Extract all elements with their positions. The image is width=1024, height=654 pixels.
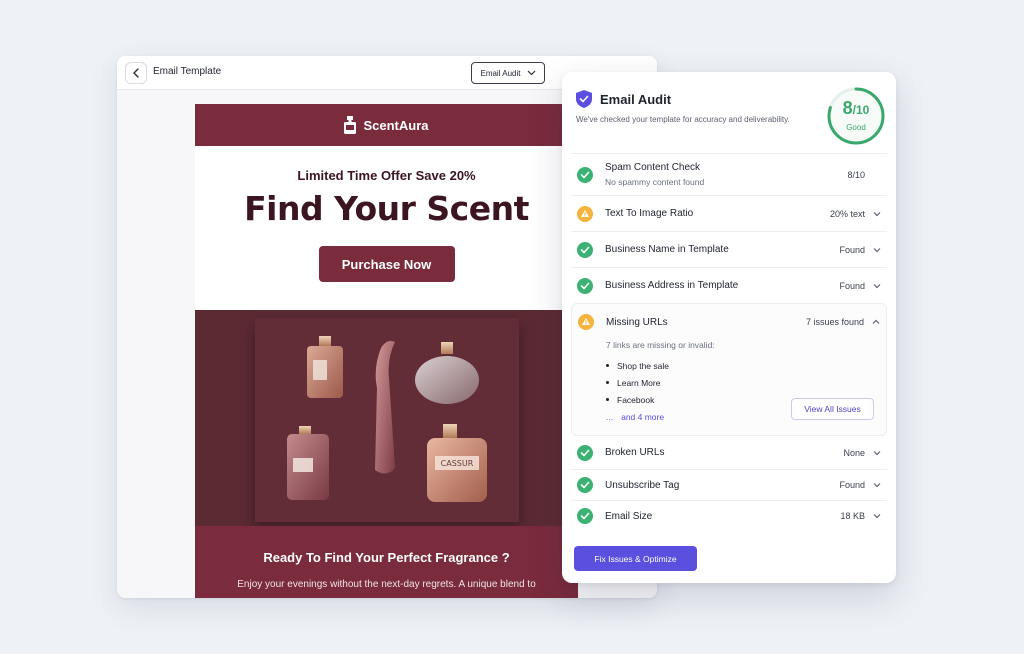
hero-image: CASSUR [195, 310, 578, 526]
perfume-display: CASSUR [255, 318, 519, 522]
check-value: Found [839, 480, 865, 490]
check-row-missing-urls: Missing URLs 7 issues found 7 links are … [571, 303, 887, 436]
check-note: No spammy content found [605, 177, 705, 187]
check-value: Found [839, 244, 865, 255]
back-button[interactable] [125, 62, 147, 84]
section-title: Ready To Find Your Perfect Fragrance ? [263, 550, 510, 565]
chevron-up-icon[interactable] [872, 318, 880, 326]
check-label: Business Name in Template [605, 244, 729, 255]
email-audit-dropdown[interactable]: Email Audit [471, 62, 545, 84]
check-row-business-address[interactable]: Business Address in Template Found [571, 267, 887, 303]
check-circle-icon [577, 241, 593, 258]
check-value: 18 KB [840, 511, 865, 521]
perfume-logo-icon [344, 116, 357, 134]
missing-urls-header[interactable]: Missing URLs 7 issues found [572, 304, 886, 340]
editor-title: Email Template [153, 66, 222, 77]
score-label: Good [846, 123, 866, 132]
brand-name: ScentAura [363, 117, 429, 133]
more-link-label: and 4 more [621, 411, 665, 422]
section-text: Enjoy your evenings without the next-day… [237, 579, 536, 590]
check-row-email-size[interactable]: Email Size 18 KB [571, 500, 887, 531]
purchase-now-button[interactable]: Purchase Now [318, 246, 455, 282]
check-circle-icon [577, 444, 593, 461]
audit-header: Email Audit We've checked your template … [576, 90, 816, 124]
check-label-block: Spam Content Check No spammy content fou… [605, 162, 847, 187]
check-value: Found [839, 280, 865, 291]
chevron-down-icon[interactable] [873, 512, 881, 520]
offer-text: Limited Time Offer Save 20% [297, 168, 476, 183]
missing-urls-intro: 7 links are missing or invalid: [606, 340, 715, 350]
list-item: Learn More [606, 374, 886, 391]
email-header: ScentAura [195, 104, 578, 146]
view-all-issues-button[interactable]: View All Issues [791, 398, 874, 420]
chevron-down-icon[interactable] [873, 282, 881, 290]
check-circle-icon [577, 508, 593, 524]
perfume-bottles-illustration: CASSUR [287, 336, 487, 502]
list-item: Shop the sale [606, 357, 886, 374]
missing-link-label: Learn More [617, 377, 661, 388]
chevron-down-icon[interactable] [873, 449, 881, 457]
check-value: 20% text [829, 208, 865, 219]
chevron-down-icon [527, 70, 535, 76]
check-label: Email Size [605, 510, 653, 522]
audit-subtitle: We've checked your template for accuracy… [576, 115, 790, 124]
check-circle-icon [577, 277, 593, 294]
fix-issues-optimize-button[interactable]: Fix Issues & Optimize [574, 546, 697, 571]
more-ellipsis: ... [606, 411, 614, 422]
email-headline: Find Your Scent [244, 189, 529, 228]
warning-icon [578, 314, 594, 330]
score-number: 8 [842, 98, 853, 118]
email-section: Ready To Find Your Perfect Fragrance ? E… [195, 526, 578, 598]
check-circle-icon [577, 166, 593, 183]
chevron-down-icon[interactable] [873, 481, 881, 489]
audit-checks-list: Spam Content Check No spammy content fou… [571, 153, 887, 531]
missing-link-label: Shop the sale [617, 360, 669, 371]
check-label: Unsubscribe Tag [605, 479, 680, 491]
chevron-left-icon [133, 68, 139, 78]
check-value: 7 issues found [805, 317, 864, 327]
audit-title: Email Audit [600, 91, 672, 107]
check-label: Spam Content Check [605, 162, 701, 173]
email-audit-dropdown-label: Email Audit [480, 68, 521, 78]
warning-icon [577, 205, 593, 222]
shield-check-icon [576, 90, 592, 108]
score-value: 8/10 [827, 98, 885, 119]
check-row-business-name[interactable]: Business Name in Template Found [571, 231, 887, 267]
bottle-label-text: CASSUR [441, 459, 474, 468]
score-total: /10 [852, 103, 870, 117]
check-value: 8/10 [847, 169, 865, 180]
email-preview: ScentAura Limited Time Offer Save 20% Fi… [195, 104, 578, 598]
chevron-down-icon[interactable] [873, 246, 881, 254]
check-row-unsubscribe-tag[interactable]: Unsubscribe Tag Found [571, 469, 887, 500]
missing-urls-details: 7 links are missing or invalid: Shop the… [572, 340, 886, 435]
email-audit-panel: Email Audit We've checked your template … [562, 72, 896, 583]
check-label: Text To Image Ratio [605, 208, 694, 219]
missing-link-label: Facebook [617, 394, 655, 405]
check-row-broken-urls[interactable]: Broken URLs None [571, 436, 887, 469]
chevron-down-icon[interactable] [873, 210, 881, 218]
check-label: Business Address in Template [605, 280, 739, 291]
check-label: Missing URLs [606, 316, 668, 328]
check-row-spam-content[interactable]: Spam Content Check No spammy content fou… [571, 153, 887, 195]
check-label: Broken URLs [605, 447, 665, 458]
check-circle-icon [577, 477, 593, 493]
check-row-text-image-ratio[interactable]: Text To Image Ratio 20% text [571, 195, 887, 231]
score-badge: 8/10 Good [827, 87, 885, 145]
check-value: None [843, 447, 865, 458]
